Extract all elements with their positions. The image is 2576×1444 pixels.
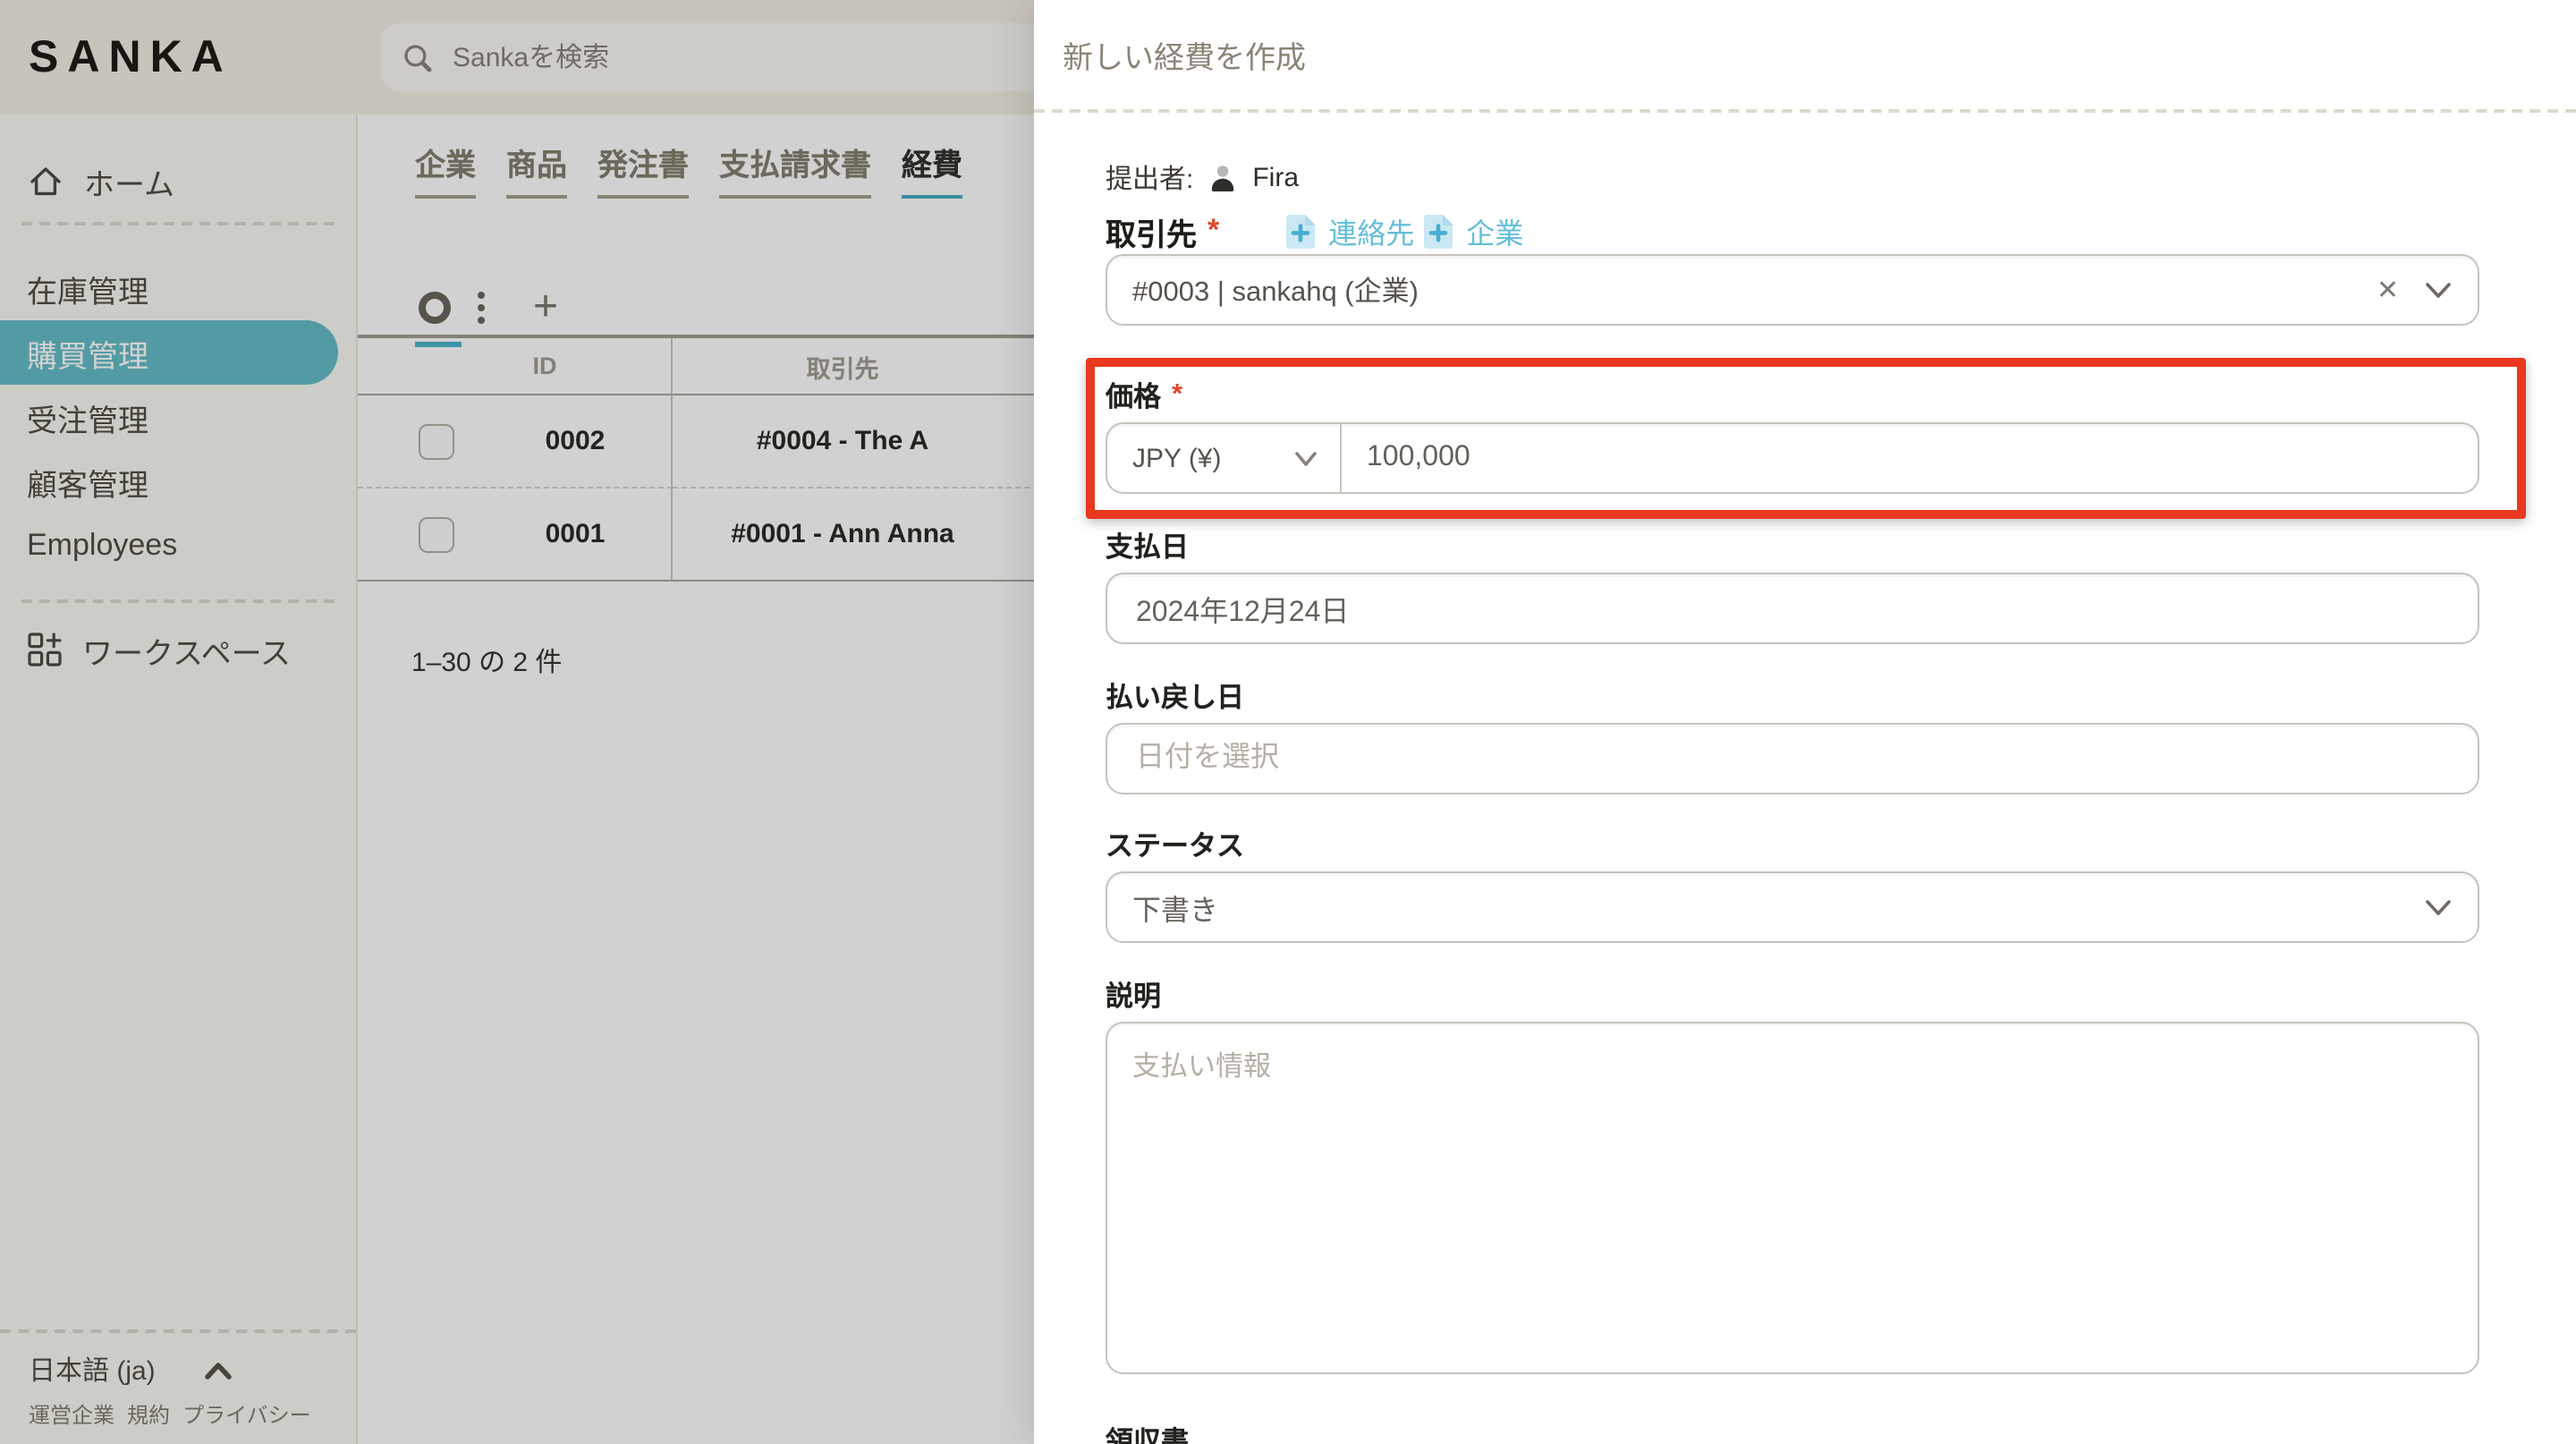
description-label: 説明 [1106,975,2479,1015]
currency-select[interactable]: JPY (¥) [1107,424,1342,492]
refund-date-field [1106,723,2479,794]
price-label: 価格 * [1106,376,2479,415]
submitter-label: 提出者: [1106,158,1193,196]
vendor-label: 取引先 * [1106,208,1219,253]
pay-date-input[interactable] [1132,590,2453,626]
vendor-select-value: #0003 | sankahq (企業) [1132,270,1419,310]
chevron-down-icon [2424,896,2453,918]
add-file-icon [1284,212,1316,250]
required-asterisk: * [1172,379,1182,412]
clear-icon[interactable]: ✕ [2377,274,2399,306]
chevron-down-icon [1293,448,1318,468]
status-label: ステータス [1106,825,2479,864]
refund-date-label: 払い戻し日 [1106,676,2479,716]
vendor-add-buttons: 連絡先 企業 [1284,209,1523,252]
status-select[interactable]: 下書き [1106,871,2479,943]
description-field [1106,1022,2479,1383]
submitter-name: Fira [1252,162,1299,192]
required-asterisk: * [1208,213,1219,249]
submitter-row: 提出者: Fira [1106,157,2479,197]
amount-input[interactable] [1342,442,2478,474]
user-avatar-icon [1208,162,1238,192]
pay-date-field [1106,573,2479,644]
chevron-down-icon[interactable] [2424,279,2453,301]
app: SANKA ホーム 在庫管理 購買管理 受注管理 顧 [0,0,2576,1444]
description-textarea[interactable] [1106,1022,2479,1374]
panel-title: 新しい経費を作成 [1034,0,2576,113]
currency-value: JPY (¥) [1132,443,1222,473]
vendor-select[interactable]: #0003 | sankahq (企業) ✕ [1106,254,2479,326]
create-expense-panel: 新しい経費を作成 提出者: Fira 取引先 * [1034,0,2576,1444]
add-contact-button[interactable]: 連絡先 [1284,209,1414,252]
add-file-icon [1421,212,1453,250]
add-company-button[interactable]: 企業 [1421,209,1523,252]
status-value: 下書き [1132,886,1218,929]
receipt-label: 領収書 [1106,1421,2479,1444]
refund-date-input[interactable] [1132,741,2453,777]
price-field: JPY (¥) [1106,422,2479,494]
pay-date-label: 支払日 [1106,526,2479,565]
